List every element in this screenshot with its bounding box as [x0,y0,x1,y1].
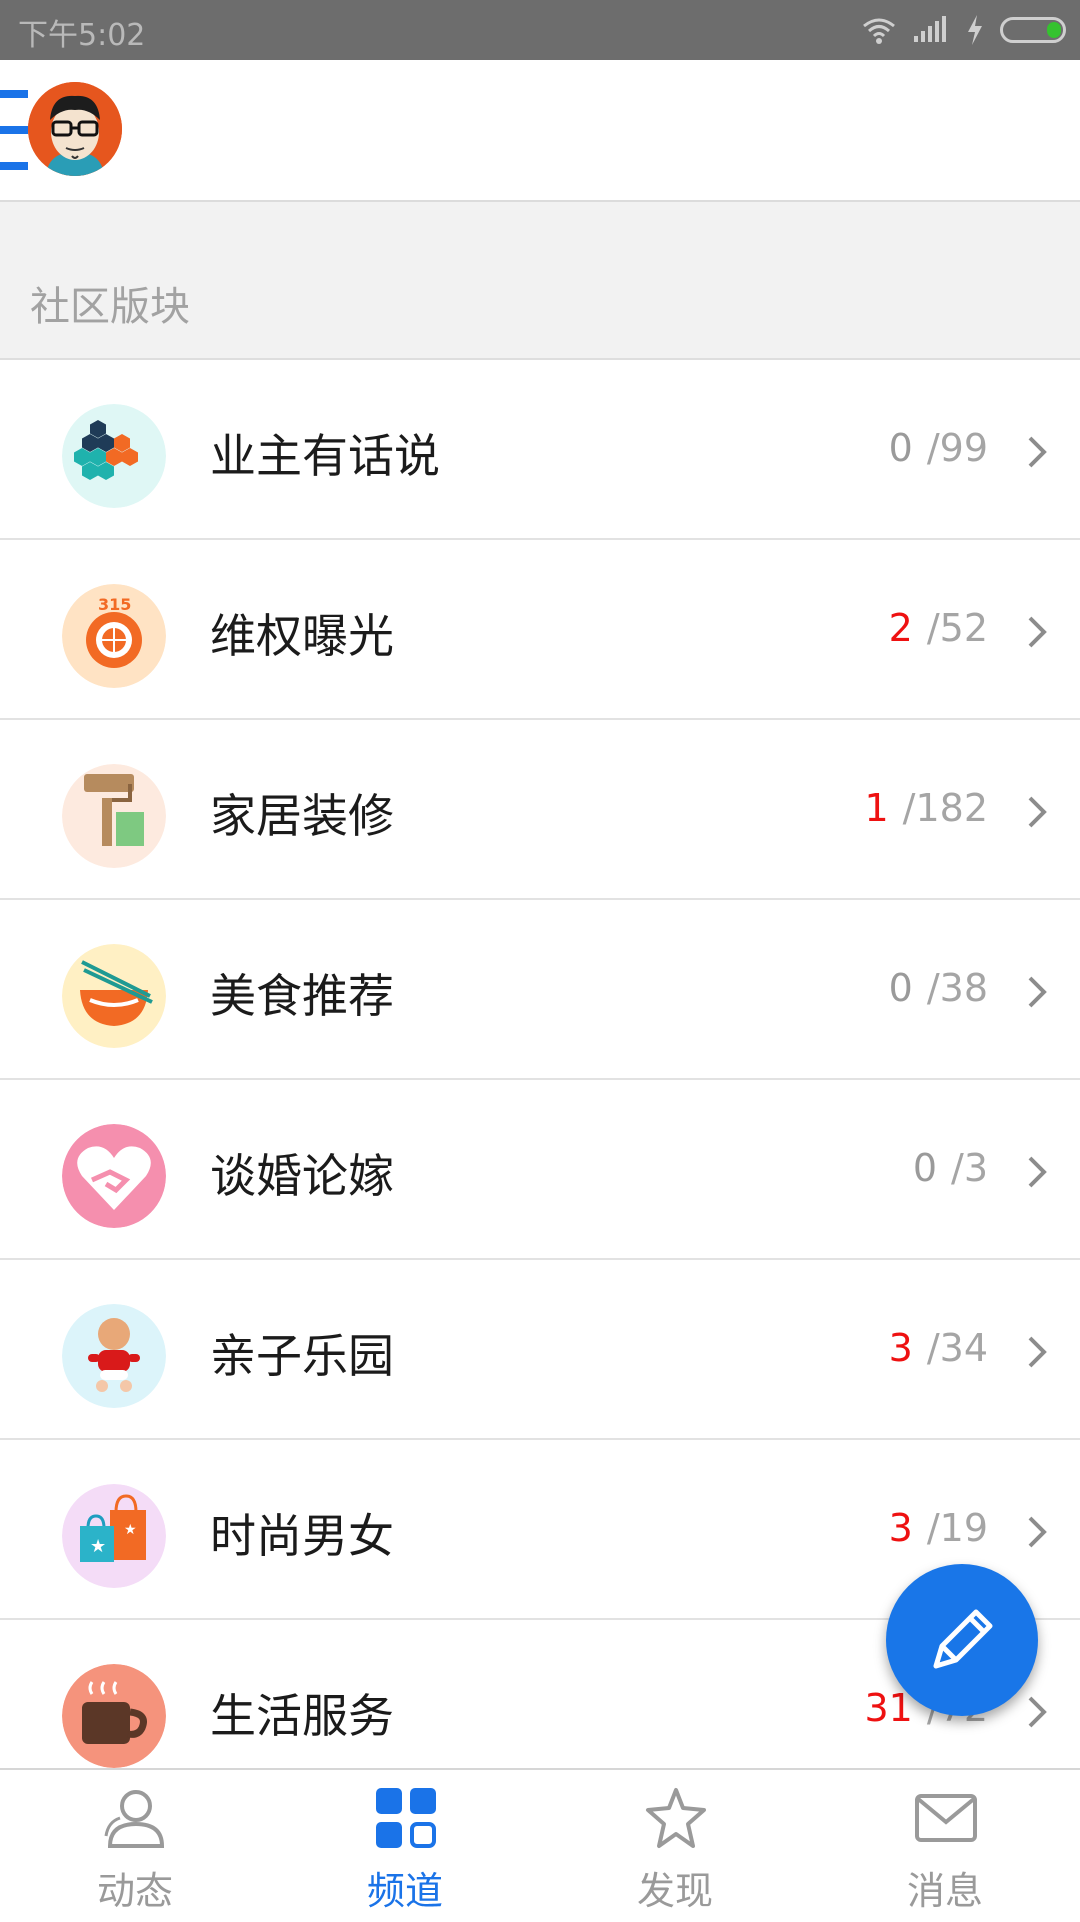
wifi-icon [863,18,895,44]
chevron-right-icon [1028,616,1047,648]
person-icon [104,1790,165,1848]
tab-label: 频道 [366,1869,443,1913]
forum-new-count: 0 [888,426,913,470]
chevron-right-icon [1028,436,1047,468]
svg-text:★: ★ [90,1536,106,1557]
chevron-right-icon [1028,1516,1047,1548]
forum-title: 业主有话说 [210,429,440,483]
hexagon-icon [62,404,166,508]
forum-count: 1/182 [864,786,992,830]
forum-new-count: 3 [888,1506,913,1550]
forum-count: 0/38 [889,966,992,1010]
grid-icon [376,1788,436,1848]
svg-text:★: ★ [124,1522,137,1538]
tab-label: 发现 [636,1869,713,1913]
forum-total-count: /19 [926,1506,988,1550]
forum-total-count: /3 [951,1146,988,1190]
tab-label: 消息 [906,1869,983,1913]
baby-icon [62,1304,166,1408]
paint-roller-icon [62,764,166,868]
list-item[interactable]: 美食推荐 0/38 [0,900,1080,1080]
section-header: 社区版块 [0,202,1080,360]
forum-title: 亲子乐园 [210,1329,394,1383]
compose-button[interactable] [886,1564,1038,1716]
bottom-nav: 动态 频道 发现 消息 [0,1768,1080,1920]
battery-icon [1000,17,1066,43]
tab-label: 动态 [96,1869,173,1913]
list-item[interactable]: 业主有话说 0/99 [0,360,1080,540]
forum-title: 时尚男女 [210,1509,394,1563]
status-icons [862,12,1066,48]
forum-count: 3/34 [889,1326,992,1370]
list-item[interactable]: 亲子乐园 3/34 [0,1260,1080,1440]
chevron-right-icon [1028,976,1047,1008]
forum-title: 美食推荐 [210,969,394,1023]
status-bar: 下午5:02 [0,0,1080,60]
list-item[interactable]: 家居装修 1/182 [0,720,1080,900]
forum-new-count: 0 [888,966,913,1010]
list-item[interactable]: 谈婚论嫁 0/3 [0,1080,1080,1260]
mail-icon [915,1794,977,1842]
status-time: 下午5:02 [18,18,146,53]
avatar-face-icon [28,82,122,176]
forum-title: 维权曝光 [210,609,394,663]
forum-count: 0/99 [889,426,992,470]
chevron-right-icon [1028,1336,1047,1368]
chevron-right-icon [1028,1696,1047,1728]
forum-count: 0/3 [913,1146,992,1190]
tab-channels[interactable]: 频道 [270,1770,540,1922]
forum-count: 3/19 [889,1506,992,1550]
forum-title: 谈婚论嫁 [210,1149,394,1203]
coffee-cup-icon [62,1664,166,1768]
forum-total-count: /99 [926,426,988,470]
shopping-bags-icon: ★ ★ [62,1484,166,1588]
tab-discover[interactable]: 发现 [540,1770,810,1922]
forum-total-count: /182 [902,786,988,830]
forum-total-count: /38 [926,966,988,1010]
signal-icon [914,16,946,42]
forum-new-count: 31 [864,1686,913,1730]
forum-title: 家居装修 [210,789,394,843]
forum-total-count: /34 [926,1326,988,1370]
chevron-right-icon [1028,1156,1047,1188]
tab-messages[interactable]: 消息 [810,1770,1080,1922]
menu-icon[interactable] [0,90,28,170]
consumer-rights-315-icon: 315 [62,584,166,688]
list-item[interactable]: 315 维权曝光 2/52 [0,540,1080,720]
forum-count: 2/52 [889,606,992,650]
section-title: 社区版块 [30,284,190,330]
chevron-right-icon [1028,796,1047,828]
avatar[interactable] [28,82,122,176]
heart-handshake-icon [62,1124,166,1228]
forum-total-count: /52 [926,606,988,650]
forum-new-count: 0 [912,1146,938,1190]
svg-text:315: 315 [98,595,131,614]
top-bar [0,60,1080,202]
star-icon [646,1788,706,1848]
forum-new-count: 1 [864,786,889,830]
pencil-icon [933,1609,993,1669]
bowl-chopsticks-icon [62,944,166,1048]
tab-dynamics[interactable]: 动态 [0,1770,270,1922]
forum-title: 生活服务 [210,1689,394,1743]
forum-new-count: 2 [888,606,913,650]
forum-new-count: 3 [888,1326,913,1370]
charging-icon [968,15,982,45]
